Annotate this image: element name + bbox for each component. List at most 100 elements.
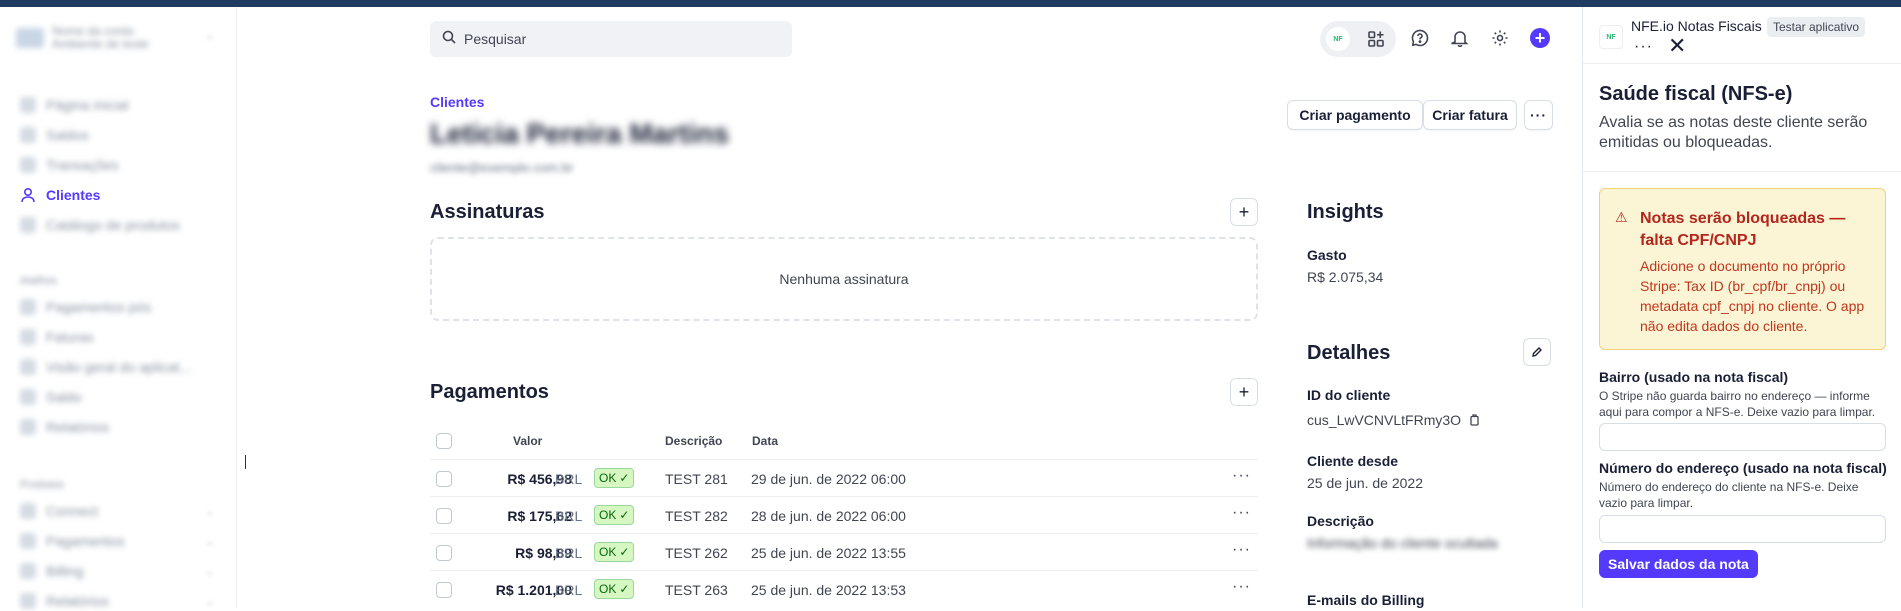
row-more-icon[interactable]: ··· (1232, 467, 1251, 485)
help-icon[interactable] (1408, 26, 1432, 50)
panel-subtitle: Avalia se as notas deste cliente serão e… (1599, 114, 1868, 151)
check-icon: ✓ (619, 508, 630, 522)
bairro-label: Bairro (usado na nota fiscal) (1599, 369, 1789, 385)
close-icon[interactable]: ✕ (1668, 33, 1686, 59)
shortcut-icon (20, 419, 36, 435)
add-subscription-button[interactable]: + (1230, 198, 1258, 226)
chevron-icon: ⌄ (205, 536, 215, 548)
apps-pill[interactable]: NF (1320, 21, 1396, 57)
apps-grid-icon[interactable] (1364, 27, 1388, 51)
sidebar-item-home[interactable]: Página inicial (20, 95, 129, 115)
text-cursor (245, 455, 246, 469)
sidebar-item-shortcut[interactable]: Saldo (20, 387, 82, 407)
numero-label: Número do endereço (usado na nota fiscal… (1599, 460, 1887, 476)
sidebar-item-shortcut[interactable]: Faturas (20, 327, 93, 347)
nfe-app-icon[interactable]: NF (1326, 27, 1350, 51)
row-checkbox[interactable] (436, 508, 452, 524)
sidebar-item-products[interactable]: Catálogo de produtos (20, 215, 180, 235)
payment-currency: BRL (555, 582, 583, 598)
search-bar[interactable] (430, 21, 792, 57)
sidebar-item-clientes[interactable]: Clientes (20, 185, 100, 205)
bairro-help: O Stripe não guarda bairro no endereço —… (1599, 389, 1876, 419)
test-app-badge[interactable]: Testar aplicativo (1767, 17, 1866, 37)
warning-title: Notas serão bloqueadas — falta CPF/CNPJ (1640, 210, 1846, 249)
row-more-icon[interactable]: ··· (1232, 541, 1251, 559)
warning-icon: ⚠ (1615, 209, 1628, 225)
sidebar: Nome da conta Ambiente de teste ⌃ Página… (0, 7, 237, 611)
customer-since-value: 25 de jun. de 2022 (1307, 475, 1423, 491)
subscriptions-title: Assinaturas (430, 201, 545, 223)
table-row[interactable]: R$ 98,89 BRL OK ✓ TEST 262 25 de jun. de … (430, 534, 1258, 571)
row-more-icon[interactable]: ··· (1232, 578, 1251, 596)
app-name: NFE.io Notas Fiscais (1631, 18, 1762, 34)
warning-callout: ⚠ Notas serão bloqueadas — falta CPF/CNP… (1599, 188, 1886, 350)
payment-description: TEST 263 (665, 582, 728, 598)
more-actions-button[interactable]: ··· (1524, 100, 1553, 130)
column-description[interactable]: Descrição (665, 434, 722, 448)
account-switcher[interactable]: Nome da conta Ambiente de teste (16, 25, 149, 51)
sidebar-item-shortcut[interactable]: Pagamentos pós (20, 297, 151, 317)
table-header: Valor Descrição Data (430, 430, 1258, 460)
panel-title: Saúde fiscal (NFS-e) (1599, 83, 1793, 105)
save-invoice-data-button[interactable]: Salvar dados da nota (1599, 550, 1758, 578)
spent-value: R$ 2.075,34 (1307, 269, 1384, 285)
payments-title: Pagamentos (430, 381, 549, 403)
payment-currency: BRL (555, 508, 583, 524)
description-value: Informação do cliente ocultada (1307, 535, 1498, 551)
description-label: Descrição (1307, 513, 1374, 529)
section-products: Produtos (20, 479, 65, 491)
sidebar-item-transactions[interactable]: Transações (20, 155, 119, 175)
column-amount[interactable]: Valor (513, 434, 542, 448)
bairro-field[interactable] (1599, 423, 1886, 451)
payment-date: 29 de jun. de 2022 06:00 (751, 471, 906, 487)
sidebar-item-product[interactable]: Pagamentos (20, 531, 125, 551)
create-plus-icon[interactable]: + (1530, 28, 1550, 48)
balance-icon (20, 127, 36, 143)
product-icon (20, 503, 36, 519)
numero-field[interactable] (1599, 515, 1886, 543)
customer-id-value: cus_LwVCNVLtFRmy3O (1307, 412, 1480, 429)
row-more-icon[interactable]: ··· (1232, 504, 1251, 522)
sidebar-item-shortcut[interactable]: Relatórios (20, 417, 109, 437)
row-checkbox[interactable] (436, 582, 452, 598)
app-drawer: NF NFE.io Notas Fiscais Testar aplicativ… (1582, 7, 1901, 608)
edit-details-button[interactable] (1523, 338, 1551, 366)
payment-date: 25 de jun. de 2022 13:55 (751, 545, 906, 561)
table-row[interactable]: R$ 456,98 BRL OK ✓ TEST 281 29 de jun. de… (430, 460, 1258, 497)
sidebar-item-product[interactable]: Relatórios (20, 591, 109, 611)
table-row[interactable]: R$ 175,62 BRL OK ✓ TEST 282 28 de jun. de… (430, 497, 1258, 534)
column-date[interactable]: Data (752, 434, 778, 448)
warning-body: Adicione o documento no próprio Stripe: … (1640, 258, 1865, 334)
status-badge: OK ✓ (594, 468, 635, 488)
row-checkbox[interactable] (436, 471, 452, 487)
copy-icon[interactable] (1469, 413, 1480, 429)
sidebar-item-shortcut[interactable]: Visão geral do aplicat... (20, 357, 191, 377)
check-icon: ✓ (619, 545, 630, 559)
sidebar-item-product[interactable]: Billing (20, 561, 83, 581)
plus-icon: + (1238, 381, 1250, 402)
customer-id-label: ID do cliente (1307, 387, 1391, 403)
payment-date: 25 de jun. de 2022 13:53 (751, 582, 906, 598)
add-payment-button[interactable]: + (1230, 378, 1258, 406)
search-input[interactable] (464, 31, 764, 47)
gear-icon[interactable] (1488, 26, 1512, 50)
payment-currency: BRL (555, 545, 583, 561)
select-all-checkbox[interactable] (436, 433, 452, 449)
create-invoice-button[interactable]: Criar fatura (1423, 100, 1517, 130)
home-icon (20, 97, 36, 113)
transactions-icon (20, 157, 36, 173)
product-icon (20, 533, 36, 549)
table-row[interactable]: R$ 1.201,00 BRL OK ✓ TEST 263 25 de jun. … (430, 571, 1258, 608)
create-payment-button[interactable]: Criar pagamento (1287, 100, 1423, 130)
breadcrumb[interactable]: Clientes (430, 94, 484, 110)
row-checkbox[interactable] (436, 545, 452, 561)
sidebar-item-product[interactable]: Connect (20, 501, 98, 521)
details-title: Detalhes (1307, 342, 1391, 364)
sidebar-item-balances[interactable]: Saldos (20, 125, 89, 145)
bell-icon[interactable] (1448, 26, 1472, 50)
more-icon[interactable]: ··· (1634, 38, 1653, 56)
subscriptions-empty: Nenhuma assinatura (430, 237, 1258, 321)
plus-icon: + (1238, 201, 1250, 222)
shortcut-icon (20, 329, 36, 345)
chevron-icon: ⌄ (205, 596, 215, 608)
